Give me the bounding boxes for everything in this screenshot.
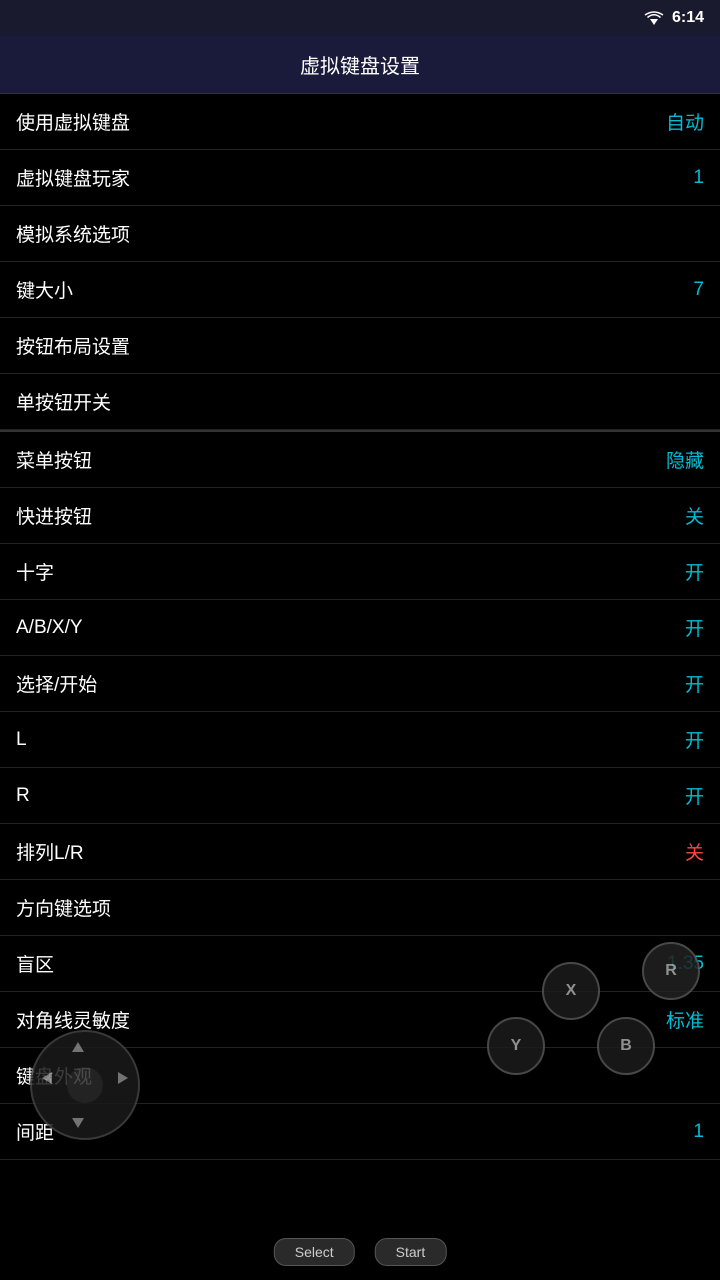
menu-item-label: 快进按钮 xyxy=(16,502,92,529)
status-bar: 6:14 xyxy=(0,0,720,36)
menu-item-diagonal-sensitivity[interactable]: 对角线灵敏度 标准 xyxy=(0,992,720,1048)
page-title: 虚拟键盘设置 xyxy=(300,56,420,78)
menu-item-value: 隐藏 xyxy=(666,446,704,473)
menu-item-abxy[interactable]: A/B/X/Y 开 xyxy=(0,600,720,656)
menu-item-cross[interactable]: 十字 开 xyxy=(0,544,720,600)
menu-item-emulation-system-options[interactable]: 模拟系统选项 xyxy=(0,206,720,262)
menu-item-label: 键盘外观 xyxy=(16,1062,92,1089)
menu-item-label: 方向键选项 xyxy=(16,894,111,921)
menu-item-label: 模拟系统选项 xyxy=(16,220,130,247)
menu-item-deadzone[interactable]: 盲区 1.35 xyxy=(0,936,720,992)
menu-item-use-virtual-keyboard[interactable]: 使用虚拟键盘 自动 xyxy=(0,94,720,150)
menu-item-dpad-options[interactable]: 方向键选项 xyxy=(0,880,720,936)
menu-item-label: 选择/开始 xyxy=(16,670,97,697)
menu-item-label: 虚拟键盘玩家 xyxy=(16,164,130,191)
menu-item-l-button[interactable]: L 开 xyxy=(0,712,720,768)
menu-item-label: 排列L/R xyxy=(16,838,84,865)
menu-item-value: 开 xyxy=(685,614,704,641)
menu-item-label: 对角线灵敏度 xyxy=(16,1006,130,1033)
menu-item-value: 关 xyxy=(685,502,704,529)
menu-item-single-button-toggle[interactable]: 单按钮开关 xyxy=(0,374,720,430)
menu-item-value: 1 xyxy=(693,167,704,189)
menu-item-label: 键大小 xyxy=(16,276,73,303)
menu-item-label: 菜单按钮 xyxy=(16,446,92,473)
menu-item-label: 盲区 xyxy=(16,950,54,977)
menu-item-keyboard-appearance[interactable]: 键盘外观 xyxy=(0,1048,720,1104)
menu-item-label: 间距 xyxy=(16,1118,54,1145)
status-time: 6:14 xyxy=(672,9,704,27)
menu-item-value: 开 xyxy=(685,558,704,585)
select-button[interactable]: Select xyxy=(274,1238,355,1266)
menu-item-value: 自动 xyxy=(666,108,704,135)
menu-item-virtual-keyboard-player[interactable]: 虚拟键盘玩家 1 xyxy=(0,150,720,206)
menu-item-value: 关 xyxy=(685,838,704,865)
menu-item-label: 单按钮开关 xyxy=(16,388,111,415)
menu-item-value: 1.35 xyxy=(667,953,704,975)
select-start-area: Select Start xyxy=(274,1238,447,1266)
menu-item-value: 开 xyxy=(685,670,704,697)
menu-item-select-start[interactable]: 选择/开始 开 xyxy=(0,656,720,712)
wifi-icon xyxy=(644,11,664,25)
menu-item-label: L xyxy=(16,729,27,751)
menu-item-value: 开 xyxy=(685,782,704,809)
menu-item-label: 按钮布局设置 xyxy=(16,332,130,359)
start-button[interactable]: Start xyxy=(375,1238,447,1266)
menu-item-r-button[interactable]: R 开 xyxy=(0,768,720,824)
menu-list: 使用虚拟键盘 自动 虚拟键盘玩家 1 模拟系统选项 键大小 7 按钮布局设置 单… xyxy=(0,94,720,1160)
menu-item-value: 标准 xyxy=(666,1006,704,1033)
title-bar: 虚拟键盘设置 xyxy=(0,36,720,94)
menu-item-label: 十字 xyxy=(16,558,54,585)
menu-item-key-size[interactable]: 键大小 7 xyxy=(0,262,720,318)
menu-item-sort-lr[interactable]: 排列L/R 关 xyxy=(0,824,720,880)
menu-item-button-layout[interactable]: 按钮布局设置 xyxy=(0,318,720,374)
menu-item-value: 开 xyxy=(685,726,704,753)
menu-item-value: 7 xyxy=(693,279,704,301)
menu-item-menu-button[interactable]: 菜单按钮 隐藏 xyxy=(0,432,720,488)
menu-item-fast-forward[interactable]: 快进按钮 关 xyxy=(0,488,720,544)
menu-item-label: A/B/X/Y xyxy=(16,617,83,639)
menu-item-spacing[interactable]: 间距 1 xyxy=(0,1104,720,1160)
menu-item-label: 使用虚拟键盘 xyxy=(16,108,130,135)
menu-item-label: R xyxy=(16,785,30,807)
menu-item-value: 1 xyxy=(693,1121,704,1143)
